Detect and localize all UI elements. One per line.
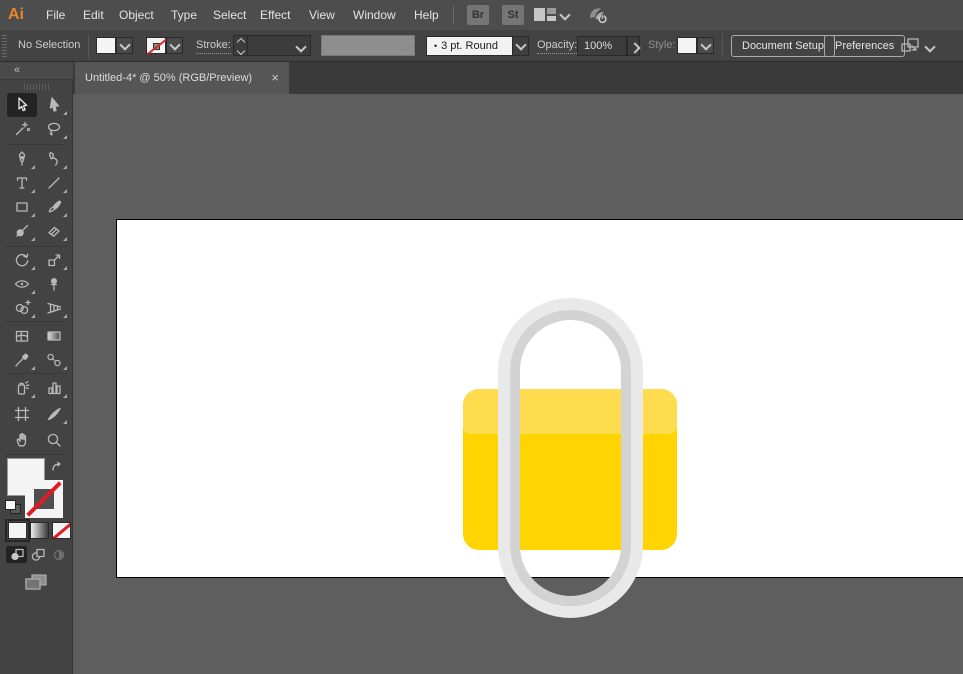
toolbar-divider: [6, 373, 67, 374]
arrange-artboards-icon[interactable]: [900, 37, 920, 60]
opacity-arrow-button[interactable]: [627, 36, 641, 56]
style-dropdown[interactable]: [697, 37, 714, 54]
artboard-tool[interactable]: [7, 402, 37, 426]
none-button[interactable]: [52, 522, 71, 539]
document-tab-bar: Untitled-4* @ 50% (RGB/Preview) ×: [73, 62, 963, 94]
stroke-weight-combo[interactable]: [247, 35, 311, 56]
column-graph-tool[interactable]: [39, 376, 69, 400]
toolbar-divider: [6, 454, 67, 455]
style-label: Style:: [648, 39, 676, 51]
draw-normal-mode-button[interactable]: [6, 546, 27, 563]
menu-object[interactable]: Object: [119, 0, 154, 30]
stroke-none-swatch[interactable]: [146, 37, 169, 55]
shaper-tool[interactable]: [7, 219, 37, 243]
change-screen-mode-icon[interactable]: [24, 572, 50, 597]
opacity-field[interactable]: 100%: [577, 36, 627, 56]
perspective-grid-tool[interactable]: [39, 296, 69, 320]
collapse-panel-icon[interactable]: «: [14, 64, 20, 76]
blend-tool[interactable]: [39, 348, 69, 372]
stroke-weight-stepper[interactable]: [233, 35, 248, 56]
menu-view[interactable]: View: [309, 0, 335, 30]
brush-definition-combo[interactable]: • 3 pt. Round: [426, 36, 513, 56]
zoom-tool[interactable]: [39, 428, 69, 452]
chevron-down-icon[interactable]: [559, 9, 571, 21]
symbol-sprayer-tool[interactable]: [7, 376, 37, 400]
type-tool[interactable]: [7, 171, 37, 195]
sync-settings-icon[interactable]: [586, 4, 610, 31]
bridge-button[interactable]: Br: [467, 5, 489, 25]
control-bar-grip[interactable]: [2, 35, 7, 57]
menu-type[interactable]: Type: [171, 0, 197, 30]
magic-wand-tool[interactable]: [7, 117, 37, 141]
curvature-tool[interactable]: [39, 147, 69, 171]
toolbar-divider: [6, 246, 67, 247]
document-tab-title: Untitled-4* @ 50% (RGB/Preview): [85, 72, 253, 84]
toolbar-divider: [6, 321, 67, 322]
color-button[interactable]: [5, 519, 30, 542]
close-icon[interactable]: ×: [271, 71, 279, 84]
menu-effect[interactable]: Effect: [260, 0, 290, 30]
chevron-down-icon[interactable]: [924, 41, 936, 53]
stock-button[interactable]: St: [502, 5, 524, 25]
canvas-pasteboard[interactable]: [73, 94, 963, 674]
brush-dropdown[interactable]: [512, 36, 529, 56]
fill-dropdown[interactable]: [116, 37, 133, 54]
menu-file[interactable]: File: [46, 0, 65, 30]
gradient-button[interactable]: [30, 522, 49, 539]
rotate-tool[interactable]: [7, 248, 37, 272]
swap-fill-stroke-icon[interactable]: [50, 460, 66, 481]
tools-panel-grip[interactable]: [24, 84, 50, 90]
default-fill-stroke-icon[interactable]: [5, 500, 21, 514]
eyedropper-tool[interactable]: [7, 348, 37, 372]
width-tool[interactable]: [7, 272, 37, 296]
paintbrush-tool[interactable]: [39, 195, 69, 219]
width-profile-combo: [321, 35, 415, 56]
preferences-button[interactable]: Preferences: [824, 35, 906, 57]
gradient-tool[interactable]: [39, 324, 69, 348]
style-swatch[interactable]: [677, 37, 697, 54]
menu-bar: Ai File Edit Object Type Select Effect V…: [0, 0, 963, 31]
fill-swatch[interactable]: [96, 37, 116, 54]
document-setup-button[interactable]: Document Setup: [731, 35, 835, 57]
pen-tool[interactable]: [7, 147, 37, 171]
puppet-warp-tool[interactable]: [39, 272, 69, 296]
hand-tool[interactable]: [7, 428, 37, 452]
eraser-tool[interactable]: [39, 219, 69, 243]
app-logo[interactable]: Ai: [8, 4, 32, 26]
slice-tool[interactable]: [39, 402, 69, 426]
lasso-tool[interactable]: [39, 117, 69, 141]
draw-behind-mode-button[interactable]: [27, 546, 48, 563]
opacity-label[interactable]: Opacity:: [537, 38, 578, 54]
direct-selection-tool[interactable]: [39, 93, 69, 117]
mesh-tool[interactable]: [7, 324, 37, 348]
padlock-shackle-ring-shape[interactable]: [498, 298, 643, 618]
menu-help[interactable]: Help: [414, 0, 439, 30]
stroke-dropdown[interactable]: [166, 37, 183, 54]
tools-panel-header[interactable]: «: [0, 62, 73, 80]
menu-select[interactable]: Select: [213, 0, 246, 30]
stroke-none-slash: [26, 481, 62, 517]
scale-tool[interactable]: [39, 248, 69, 272]
menu-window[interactable]: Window: [353, 0, 396, 30]
shape-builder-tool[interactable]: [7, 296, 37, 320]
draw-inside-mode-button: [48, 546, 69, 563]
toolbar-divider: [6, 144, 67, 145]
line-segment-tool[interactable]: [39, 171, 69, 195]
control-bar: No Selection Stroke: • 3 pt. Round Opaci…: [0, 30, 963, 62]
stroke-label[interactable]: Stroke:: [196, 38, 231, 54]
rectangle-tool[interactable]: [7, 195, 37, 219]
tools-panel: «: [0, 62, 73, 674]
control-separator-2: [722, 34, 723, 58]
menu-edit[interactable]: Edit: [83, 0, 104, 30]
selection-tool[interactable]: [7, 93, 37, 117]
document-tab[interactable]: Untitled-4* @ 50% (RGB/Preview) ×: [75, 62, 289, 94]
workspace-switcher-icon[interactable]: [533, 7, 557, 28]
stroke-color-swatch[interactable]: [25, 480, 63, 518]
control-separator: [88, 34, 89, 58]
menubar-separator: [453, 6, 454, 24]
selection-status: No Selection: [18, 39, 81, 51]
